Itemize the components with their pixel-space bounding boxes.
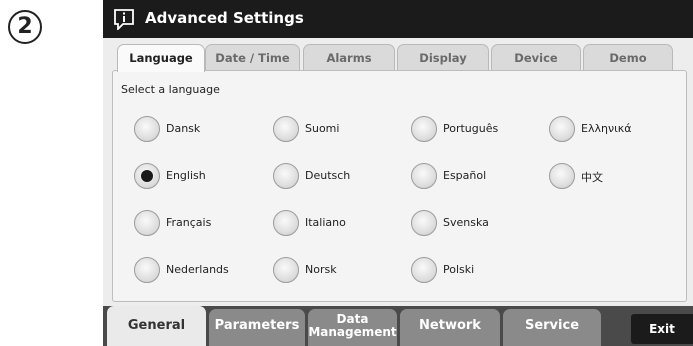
language-label: Deutsch — [305, 169, 351, 182]
radio-button[interactable] — [411, 210, 437, 236]
bottom-tab-data-management[interactable]: Data Management — [308, 309, 397, 346]
language-option-deutsch[interactable]: Deutsch — [273, 163, 383, 193]
language-option-norsk[interactable]: Norsk — [273, 257, 383, 287]
language-label: Español — [443, 169, 487, 182]
tab-demo[interactable]: Demo — [583, 44, 673, 70]
language-label: Italiano — [305, 216, 346, 229]
language-label: Polski — [443, 263, 475, 276]
radio-button[interactable] — [134, 210, 160, 236]
language-label: Dansk — [166, 122, 201, 135]
tab-label-line-2: Management — [308, 325, 397, 339]
tab-display[interactable]: Display — [397, 44, 489, 70]
language-label: Norsk — [305, 263, 337, 276]
radio-button[interactable] — [273, 116, 299, 142]
language-panel: Select a language Dansk Suomi Português … — [112, 70, 687, 302]
language-option-francais[interactable]: Français — [134, 210, 244, 240]
language-option-italiano[interactable]: Italiano — [273, 210, 383, 240]
language-label: Português — [443, 122, 499, 135]
info-speech-bubble-icon — [114, 9, 134, 30]
language-option-dansk[interactable]: Dansk — [134, 116, 244, 146]
radio-button[interactable] — [411, 163, 437, 189]
language-label: Français — [166, 216, 212, 229]
bottom-tab-general[interactable]: General — [107, 306, 206, 346]
language-label: Ελληνικά — [581, 122, 632, 135]
bottom-nav-bar: General Parameters Data Management Netwo… — [103, 306, 693, 346]
language-option-greek[interactable]: Ελληνικά — [549, 116, 659, 146]
radio-button[interactable] — [273, 210, 299, 236]
language-label: Suomi — [305, 122, 340, 135]
language-label: 中文 — [581, 171, 603, 184]
radio-button[interactable] — [549, 116, 575, 142]
exit-button[interactable]: Exit — [631, 314, 693, 344]
tab-label-line-1: Data — [336, 312, 369, 326]
language-option-portugues[interactable]: Português — [411, 116, 531, 146]
radio-button[interactable] — [549, 163, 575, 189]
select-language-label: Select a language — [121, 83, 220, 96]
language-option-suomi[interactable]: Suomi — [273, 116, 383, 146]
radio-button[interactable] — [411, 257, 437, 283]
radio-button[interactable] — [273, 163, 299, 189]
radio-button[interactable] — [411, 116, 437, 142]
tab-language[interactable]: Language — [117, 44, 205, 72]
radio-button-selected[interactable] — [134, 163, 160, 189]
device-screen: Advanced Settings Language Date / Time A… — [103, 0, 693, 346]
tab-device[interactable]: Device — [491, 44, 581, 70]
window-title: Advanced Settings — [145, 9, 304, 27]
bottom-tab-parameters[interactable]: Parameters — [209, 309, 305, 346]
language-option-svenska[interactable]: Svenska — [411, 210, 531, 240]
step-number-badge: 2 — [8, 10, 42, 44]
radio-button[interactable] — [134, 257, 160, 283]
language-label: Nederlands — [166, 263, 229, 276]
language-option-chinese[interactable]: 中文 — [549, 163, 659, 193]
bottom-tab-service[interactable]: Service — [503, 309, 601, 346]
language-option-espanol[interactable]: Español — [411, 163, 531, 193]
language-option-polski[interactable]: Polski — [411, 257, 531, 287]
title-bar: Advanced Settings — [103, 0, 693, 38]
language-label: English — [166, 169, 206, 182]
language-option-nederlands[interactable]: Nederlands — [134, 257, 244, 287]
language-label: Svenska — [443, 216, 489, 229]
bottom-tab-network[interactable]: Network — [400, 309, 500, 346]
radio-button[interactable] — [134, 116, 160, 142]
radio-button[interactable] — [273, 257, 299, 283]
tab-alarms[interactable]: Alarms — [303, 44, 395, 70]
tab-date-time[interactable]: Date / Time — [205, 44, 300, 70]
language-option-english[interactable]: English — [134, 163, 244, 193]
